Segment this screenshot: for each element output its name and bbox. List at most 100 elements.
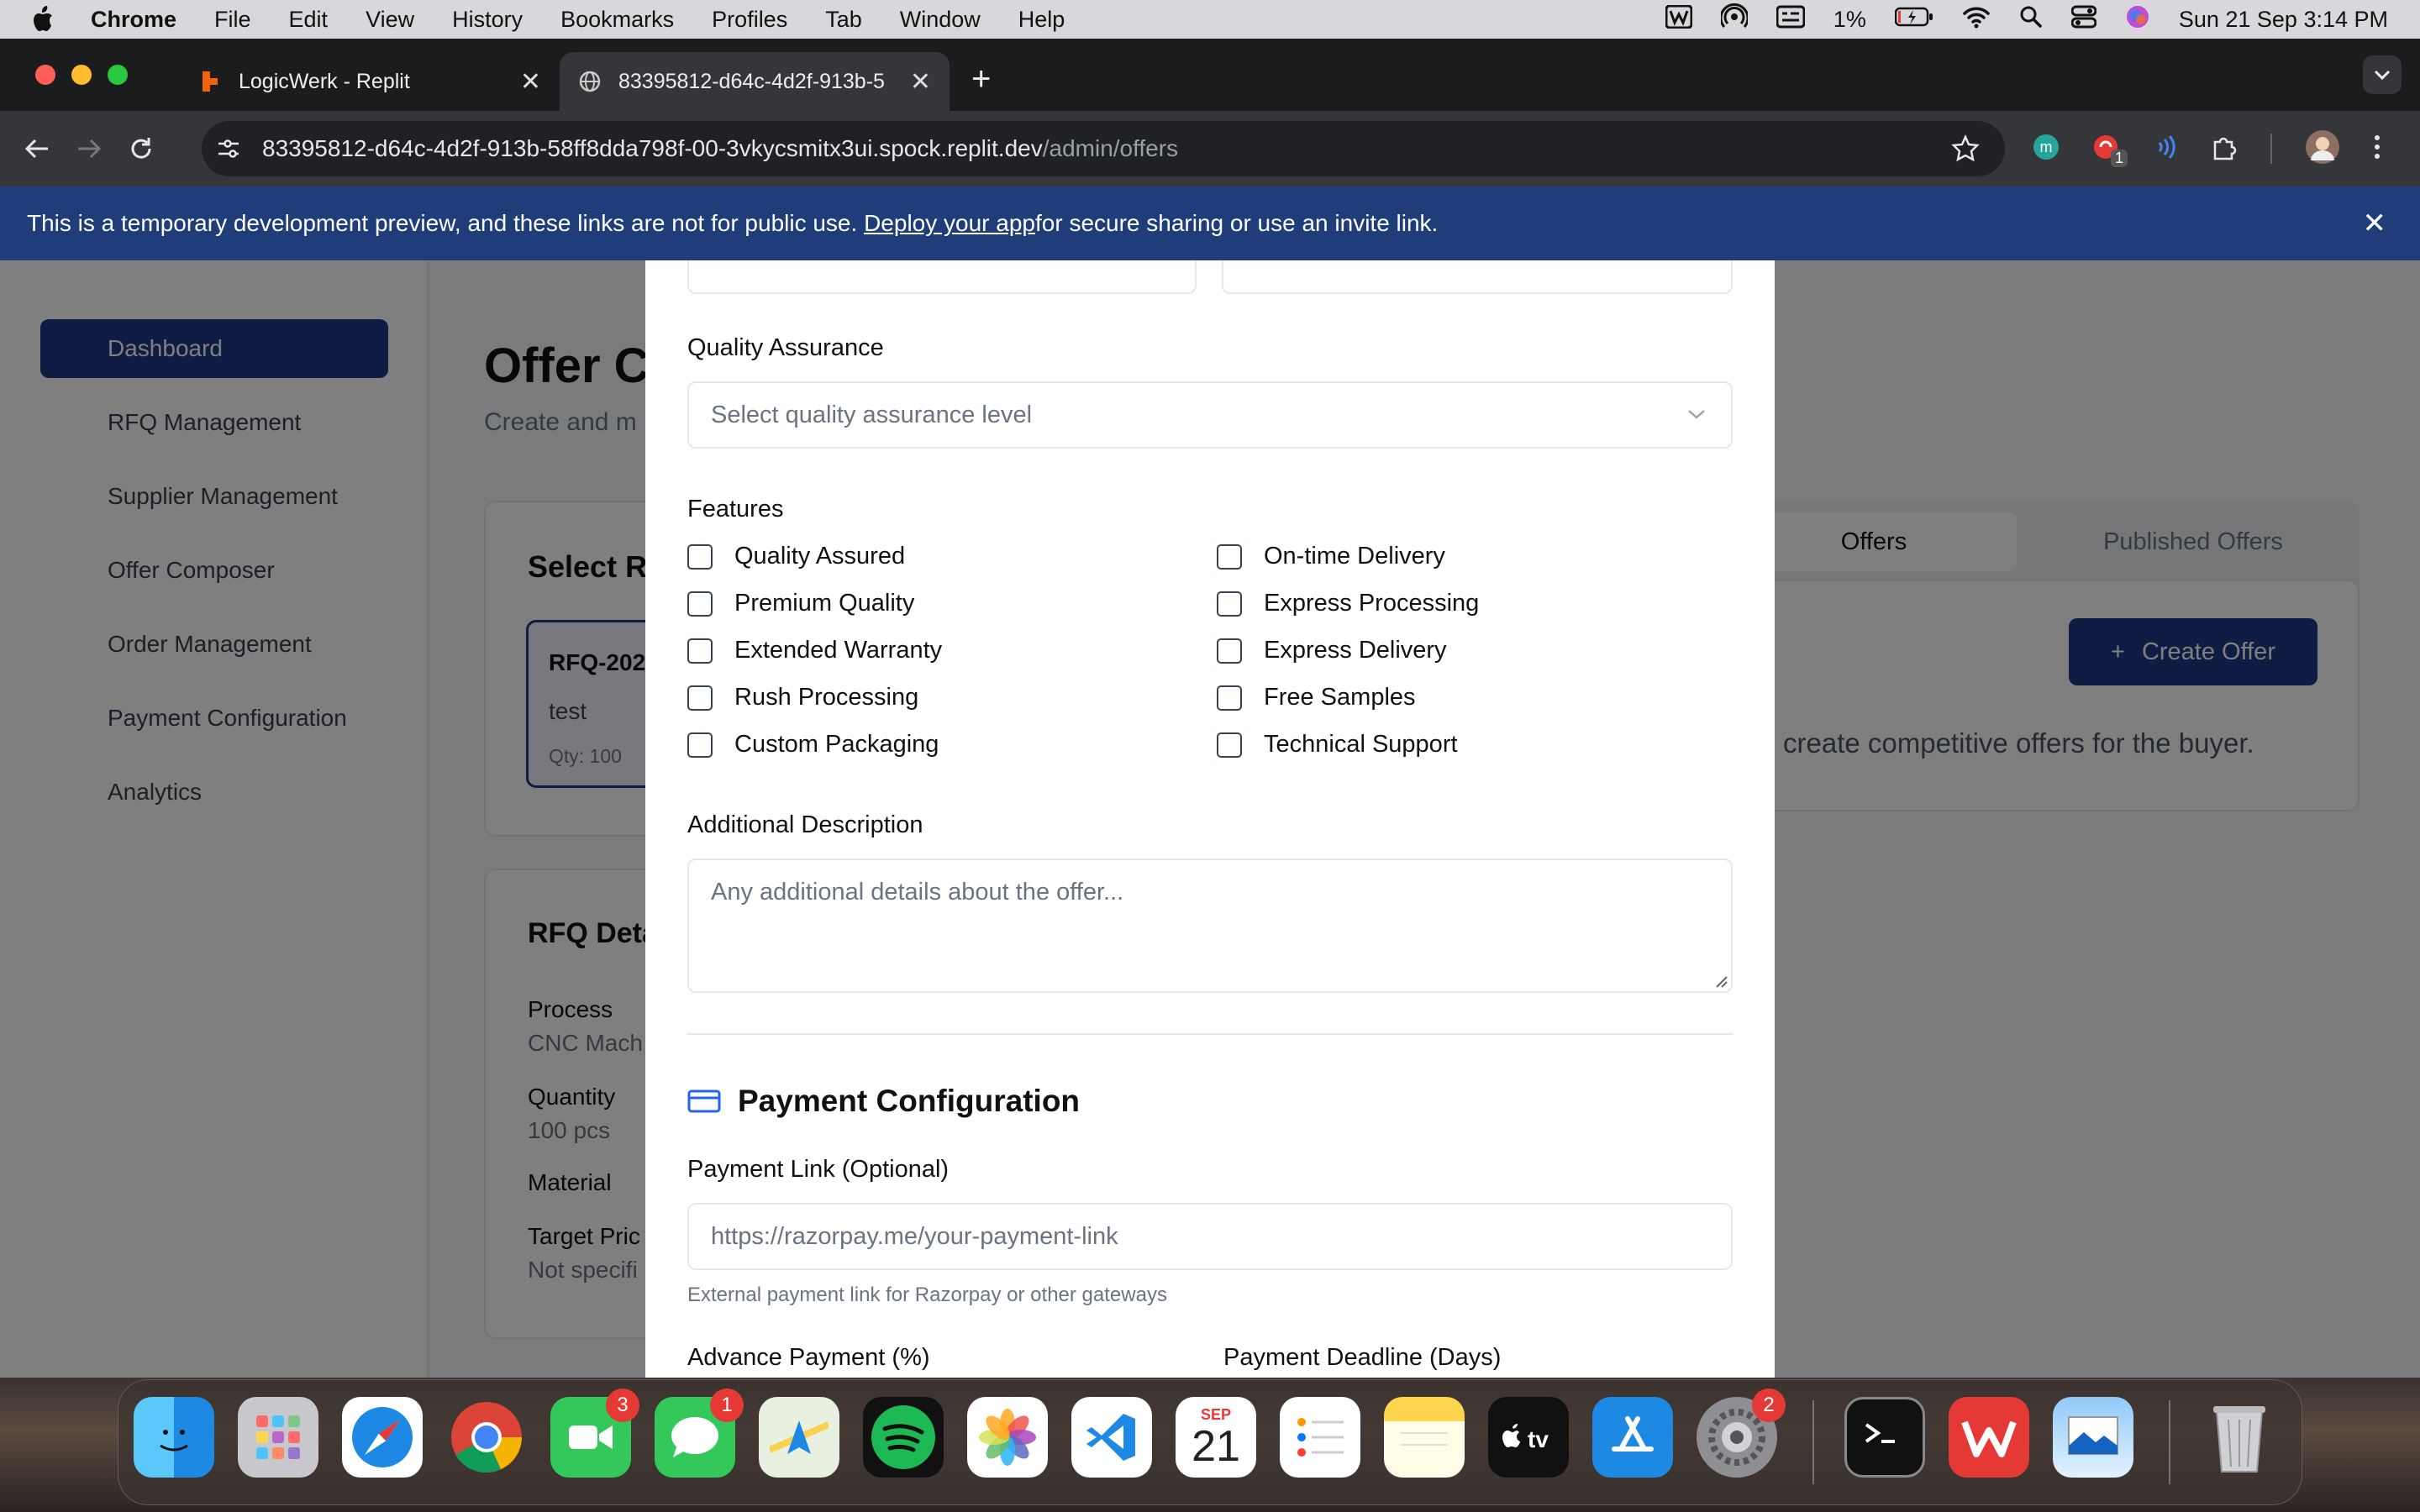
airdrop-icon[interactable] bbox=[1719, 3, 1749, 36]
apple-logo-icon[interactable] bbox=[30, 6, 54, 33]
notes-icon[interactable] bbox=[1384, 1397, 1465, 1478]
checkbox[interactable] bbox=[687, 591, 713, 617]
system-settings-icon[interactable]: 2 bbox=[1697, 1389, 1786, 1478]
checkbox[interactable] bbox=[1217, 591, 1242, 617]
deploy-app-link[interactable]: Deploy your app bbox=[864, 210, 1035, 237]
credit-card-icon bbox=[687, 1089, 721, 1114]
menu-tab[interactable]: Tab bbox=[825, 7, 862, 33]
spotlight-search-icon[interactable] bbox=[2019, 5, 2043, 34]
globe-favicon-icon bbox=[578, 70, 602, 93]
feature-label: Free Samples bbox=[1264, 684, 1416, 711]
facetime-icon[interactable]: 3 bbox=[550, 1389, 639, 1478]
forward-arrow-icon[interactable] bbox=[74, 134, 104, 164]
menu-history[interactable]: History bbox=[452, 7, 523, 33]
quality-assurance-select[interactable]: Select quality assurance level bbox=[687, 381, 1733, 449]
feature-checkbox-technical-support[interactable]: Technical Support bbox=[1217, 731, 1458, 759]
checkbox[interactable] bbox=[1217, 638, 1242, 664]
extension-m-icon[interactable]: m bbox=[2032, 133, 2060, 165]
profile-avatar[interactable] bbox=[2304, 129, 2341, 170]
previous-field-input[interactable] bbox=[687, 260, 1197, 294]
reminders-icon[interactable] bbox=[1280, 1397, 1360, 1478]
checkbox[interactable] bbox=[1217, 732, 1242, 758]
extension-wave-icon[interactable] bbox=[2154, 134, 2180, 164]
siri-icon[interactable] bbox=[2125, 4, 2150, 35]
checkbox[interactable] bbox=[687, 638, 713, 664]
feature-checkbox-express-delivery[interactable]: Express Delivery bbox=[1217, 637, 1447, 664]
tab-search-chevron-icon[interactable] bbox=[2363, 55, 2402, 94]
tab-close-icon[interactable]: ✕ bbox=[910, 67, 931, 97]
site-info-tune-icon[interactable] bbox=[217, 138, 240, 160]
resize-handle-icon[interactable] bbox=[1714, 974, 1728, 988]
checkbox[interactable] bbox=[1217, 543, 1242, 570]
safari-icon[interactable] bbox=[342, 1397, 423, 1478]
spotify-icon[interactable] bbox=[863, 1397, 944, 1478]
menu-profiles[interactable]: Profiles bbox=[712, 7, 787, 33]
tab-replit[interactable]: LogicWerk - Replit ✕ bbox=[180, 52, 560, 111]
control-center-icon[interactable] bbox=[2070, 5, 2097, 34]
window-zoom-button[interactable] bbox=[108, 65, 128, 85]
banner-text-after: for secure sharing or use an invite link… bbox=[1034, 210, 1439, 236]
feature-checkbox-quality-assured[interactable]: Quality Assured bbox=[687, 543, 905, 570]
launchpad-icon[interactable] bbox=[238, 1397, 318, 1478]
payment-configuration-heading: Payment Configuration bbox=[687, 1084, 1080, 1119]
chrome-icon[interactable] bbox=[446, 1397, 527, 1478]
battery-icon[interactable] bbox=[1894, 7, 1933, 33]
menu-bookmarks[interactable]: Bookmarks bbox=[560, 7, 674, 33]
feature-label: On-time Delivery bbox=[1264, 543, 1445, 570]
new-tab-plus-icon[interactable]: + bbox=[971, 60, 991, 98]
messages-icon[interactable]: 1 bbox=[655, 1389, 744, 1478]
browser-toolbar: 83395812-d64c-4d2f-913b-58ff8dda798f-00-… bbox=[0, 111, 2420, 186]
wps-status-icon[interactable] bbox=[1665, 4, 1693, 34]
menu-app-name[interactable]: Chrome bbox=[91, 7, 176, 33]
menu-window[interactable]: Window bbox=[900, 7, 981, 33]
finder-icon[interactable] bbox=[134, 1397, 214, 1478]
preview-icon[interactable] bbox=[2053, 1397, 2133, 1478]
menu-edit[interactable]: Edit bbox=[289, 7, 329, 33]
feature-checkbox-on-time-delivery[interactable]: On-time Delivery bbox=[1217, 543, 1445, 570]
feature-label: Custom Packaging bbox=[734, 731, 939, 758]
calendar-icon[interactable]: SEP 21 bbox=[1176, 1397, 1256, 1478]
terminal-icon[interactable] bbox=[1844, 1397, 1925, 1478]
extensions-puzzle-icon[interactable] bbox=[2212, 134, 2238, 165]
feature-checkbox-free-samples[interactable]: Free Samples bbox=[1217, 684, 1416, 711]
checkbox[interactable] bbox=[687, 685, 713, 711]
wifi-icon[interactable] bbox=[1962, 5, 1991, 34]
trash-icon[interactable] bbox=[2199, 1397, 2280, 1478]
wps-office-icon[interactable] bbox=[1949, 1397, 2029, 1478]
chrome-menu-kebab-icon[interactable] bbox=[2373, 134, 2381, 165]
checkbox[interactable] bbox=[687, 732, 713, 758]
extension-red-icon[interactable]: 1 bbox=[2092, 134, 2128, 167]
feature-label: Rush Processing bbox=[734, 684, 919, 711]
menu-view[interactable]: View bbox=[366, 7, 414, 33]
bookmark-star-icon[interactable] bbox=[1951, 134, 1980, 163]
tab-preview-active[interactable]: 83395812-d64c-4d2f-913b-5 ✕ bbox=[560, 52, 950, 111]
feature-checkbox-custom-packaging[interactable]: Custom Packaging bbox=[687, 731, 939, 759]
previous-field-input-right[interactable] bbox=[1222, 260, 1733, 294]
feature-checkbox-extended-warranty[interactable]: Extended Warranty bbox=[687, 637, 942, 664]
feature-checkbox-express-processing[interactable]: Express Processing bbox=[1217, 590, 1479, 617]
photos-icon[interactable] bbox=[967, 1397, 1048, 1478]
back-arrow-icon[interactable] bbox=[22, 134, 52, 164]
window-minimize-button[interactable] bbox=[71, 65, 92, 85]
feature-checkbox-rush-processing[interactable]: Rush Processing bbox=[687, 684, 918, 711]
maps-icon[interactable] bbox=[759, 1397, 839, 1478]
payment-deadline-label: Payment Deadline (Days) bbox=[1223, 1344, 1502, 1371]
checkbox[interactable] bbox=[687, 543, 713, 570]
app-store-icon[interactable] bbox=[1592, 1397, 1673, 1478]
vscode-icon[interactable] bbox=[1071, 1397, 1152, 1478]
feature-checkbox-premium-quality[interactable]: Premium Quality bbox=[687, 590, 914, 617]
menu-help[interactable]: Help bbox=[1018, 7, 1065, 33]
keyboard-input-icon[interactable] bbox=[1776, 5, 1806, 34]
tab-close-icon[interactable]: ✕ bbox=[520, 67, 541, 97]
additional-description-textarea[interactable]: Any additional details about the offer..… bbox=[687, 858, 1733, 993]
advance-payment-label: Advance Payment (%) bbox=[687, 1344, 930, 1371]
reload-icon[interactable] bbox=[126, 134, 156, 164]
address-bar[interactable]: 83395812-d64c-4d2f-913b-58ff8dda798f-00-… bbox=[202, 121, 2005, 176]
menu-file[interactable]: File bbox=[214, 7, 251, 33]
window-close-button[interactable] bbox=[35, 65, 55, 85]
banner-close-icon[interactable]: ✕ bbox=[2363, 207, 2387, 240]
checkbox[interactable] bbox=[1217, 685, 1242, 711]
apple-tv-icon[interactable]: tv bbox=[1488, 1397, 1569, 1478]
payment-link-input[interactable]: https://razorpay.me/your-payment-link bbox=[687, 1203, 1733, 1270]
menubar-datetime[interactable]: Sun 21 Sep 3:14 PM bbox=[2179, 7, 2388, 33]
